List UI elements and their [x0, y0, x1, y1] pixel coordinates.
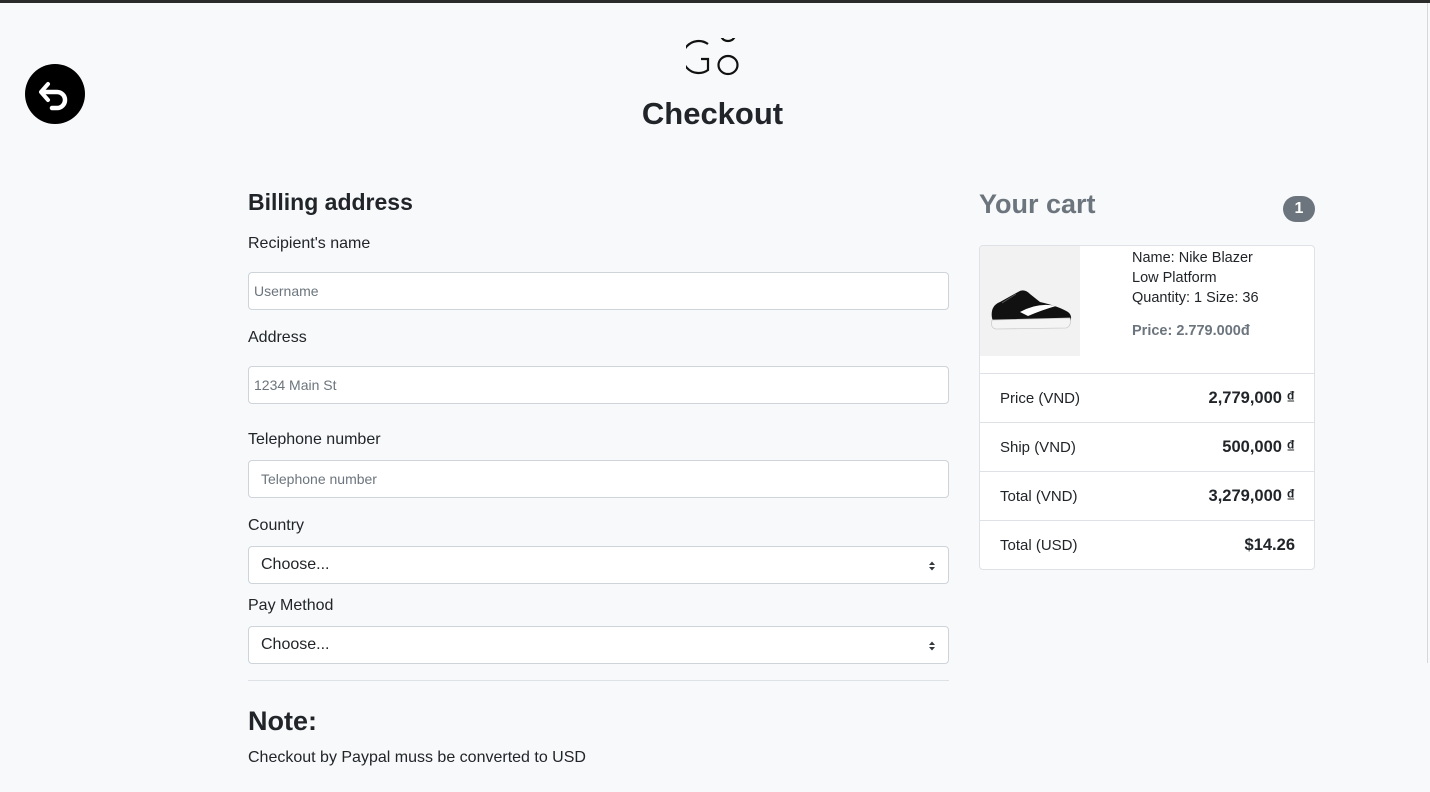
page-title: Checkout [641, 96, 784, 131]
note-title: Note: [248, 706, 317, 736]
cart-title: Your cart [979, 189, 1096, 219]
address-label: Address [248, 329, 307, 346]
product-details: Name: Nike Blazer Low Platform Quantity:… [1132, 248, 1312, 308]
divider [248, 680, 949, 681]
product-name-line2: Low Platform [1132, 270, 1217, 286]
scrollbar-edge [1427, 3, 1428, 663]
summary-label: Total (VND) [1000, 487, 1078, 505]
product-image [980, 246, 1080, 356]
country-label: Country [248, 517, 305, 534]
billing-title: Billing address [248, 189, 413, 215]
select-arrows-icon [929, 561, 935, 571]
product-qty-size: Quantity: 1 Size: 36 [1132, 290, 1259, 306]
summary-label: Total (USD) [1000, 537, 1078, 554]
summary-value: 2,779,000 ₫ [1208, 388, 1295, 407]
select-arrows-icon [929, 641, 935, 651]
top-border [0, 0, 1430, 3]
name-label: Recipient's name [248, 235, 371, 252]
phone-input[interactable] [248, 460, 949, 498]
summary-label: Price (VND) [1000, 389, 1081, 407]
summary-value: 500,000 ₫ [1222, 437, 1295, 456]
cart-count-badge: 1 [1283, 196, 1315, 222]
cart-panel: Name: Nike Blazer Low Platform Quantity:… [979, 245, 1315, 570]
brand-logo [686, 38, 739, 76]
country-selected-value: Choose... [261, 556, 330, 573]
sneaker-icon [991, 290, 1072, 330]
summary-row-total-usd: Total (USD) $14.26 [980, 521, 1314, 569]
pay-method-label: Pay Method [248, 597, 334, 614]
phone-label: Telephone number [248, 431, 381, 448]
summary-row-ship: Ship (VND) 500,000 ₫ [980, 423, 1314, 472]
summary-row-total-vnd: Total (VND) 3,279,000 ₫ [980, 472, 1314, 521]
name-input[interactable] [248, 272, 949, 310]
summary-value: 3,279,000 ₫ [1208, 486, 1295, 505]
note-text: Checkout by Paypal muss be converted to … [248, 749, 586, 766]
pay-method-selected-value: Choose... [261, 636, 330, 653]
pay-method-select[interactable]: Choose... [248, 626, 949, 664]
summary-label: Ship (VND) [1000, 438, 1076, 456]
address-input[interactable] [248, 366, 949, 404]
summary-row-price: Price (VND) 2,779,000 ₫ [980, 374, 1314, 423]
summary-value: $14.26 [1244, 536, 1295, 554]
cart-item: Name: Nike Blazer Low Platform Quantity:… [980, 246, 1314, 374]
country-select[interactable]: Choose... [248, 546, 949, 584]
product-price: Price: 2.779.000đ [1132, 323, 1250, 339]
product-name-line1: Name: Nike Blazer [1132, 250, 1253, 266]
